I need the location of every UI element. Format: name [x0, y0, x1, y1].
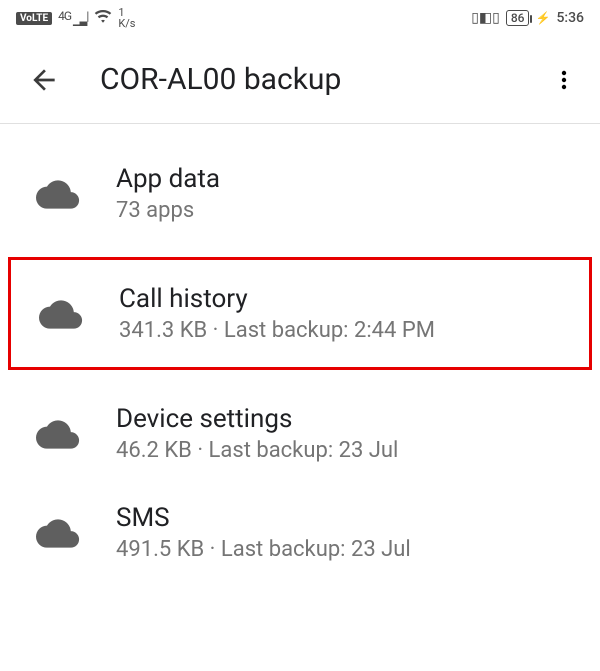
- wifi-icon: [94, 9, 112, 27]
- item-title: App data: [116, 164, 220, 194]
- clock: 5:36: [556, 10, 584, 26]
- back-button[interactable]: [28, 64, 60, 96]
- network-indicator: 4G ▁▃|: [58, 9, 88, 26]
- list-item-app-data[interactable]: App data 73 apps: [0, 144, 600, 243]
- item-subtitle: 341.3 KB · Last backup: 2:44 PM: [119, 318, 435, 343]
- vibrate-icon: ▯◧▯: [471, 10, 500, 26]
- list-item-device-settings[interactable]: Device settings 46.2 KB · Last backup: 2…: [0, 384, 600, 483]
- cloud-icon: [36, 517, 80, 549]
- backup-list: App data 73 apps Call history 341.3 KB ·…: [0, 124, 600, 582]
- item-subtitle: 46.2 KB · Last backup: 23 Jul: [116, 438, 398, 463]
- item-title: SMS: [116, 503, 411, 533]
- item-title: Call history: [119, 284, 435, 314]
- list-item-call-history[interactable]: Call history 341.3 KB · Last backup: 2:4…: [11, 260, 589, 367]
- item-subtitle: 73 apps: [116, 198, 220, 223]
- data-speed: 1 K/s: [118, 7, 135, 29]
- page-title: COR-AL00 backup: [100, 62, 552, 97]
- highlight-box: Call history 341.3 KB · Last backup: 2:4…: [8, 257, 592, 370]
- cloud-icon: [36, 418, 80, 450]
- list-item-sms[interactable]: SMS 491.5 KB · Last backup: 23 Jul: [0, 483, 600, 582]
- status-bar: VoLTE 4G ▁▃| 1 K/s ▯◧▯ 86 ⚡ 5:36: [0, 0, 600, 36]
- battery-indicator: 86: [506, 10, 530, 26]
- app-bar: COR-AL00 backup: [0, 36, 600, 124]
- status-right: ▯◧▯ 86 ⚡ 5:36: [471, 10, 584, 26]
- cloud-icon: [39, 298, 83, 330]
- status-left: VoLTE 4G ▁▃| 1 K/s: [16, 7, 135, 29]
- item-title: Device settings: [116, 404, 398, 434]
- more-menu-button[interactable]: [552, 68, 576, 92]
- charging-icon: ⚡: [535, 11, 550, 25]
- item-subtitle: 491.5 KB · Last backup: 23 Jul: [116, 537, 411, 562]
- volte-badge: VoLTE: [16, 12, 52, 25]
- cloud-icon: [36, 178, 80, 210]
